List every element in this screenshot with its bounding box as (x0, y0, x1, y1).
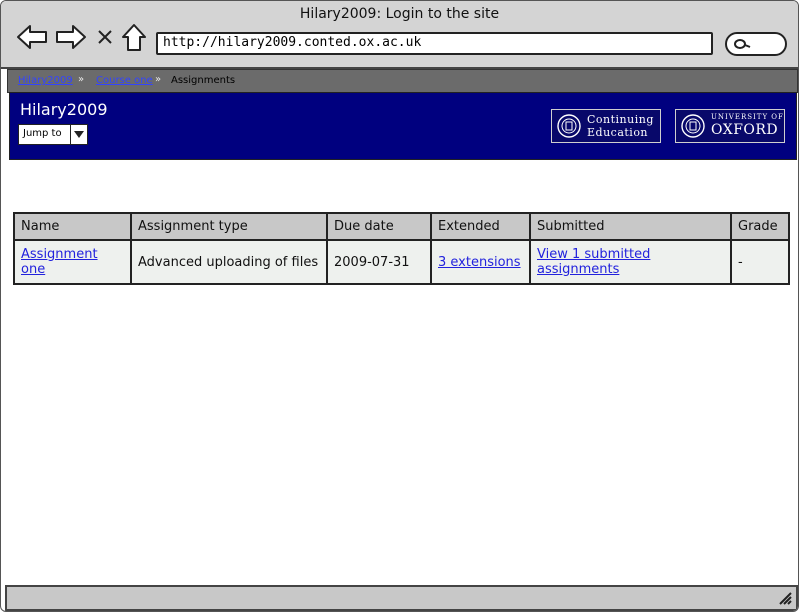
jump-to-label: Jump to (23, 128, 62, 139)
crest-icon (681, 114, 705, 138)
continuing-education-logo: Continuing Education (551, 109, 661, 143)
column-header-extended[interactable]: Extended (430, 212, 531, 241)
cell-submitted: View 1 submitted assignments (529, 240, 732, 285)
jump-to-select[interactable]: Jump to (18, 124, 88, 145)
table-row: Assignment one Advanced uploading of fil… (13, 240, 790, 285)
column-header-assignment-type[interactable]: Assignment type (130, 212, 328, 241)
column-header-name[interactable]: Name (13, 212, 132, 241)
window-title: Hilary2009: Login to the site (299, 6, 500, 22)
assignment-link[interactable]: Assignment one (21, 247, 98, 277)
chevron-down-icon[interactable] (70, 125, 87, 144)
cell-grade: - (730, 240, 790, 285)
address-bar[interactable]: http://hilary2009.conted.ox.ac.uk (156, 32, 713, 55)
forward-icon[interactable] (55, 23, 87, 51)
submitted-link[interactable]: View 1 submitted assignments (537, 247, 650, 277)
column-header-grade[interactable]: Grade (730, 212, 790, 241)
chevron-right-icon: » (155, 74, 162, 85)
url-text: http://hilary2009.conted.ox.ac.uk (163, 35, 422, 50)
back-icon[interactable] (16, 23, 48, 51)
site-header: Hilary2009 Jump to Continuing Education … (9, 92, 797, 160)
column-header-due-date[interactable]: Due date (326, 212, 432, 241)
home-icon[interactable] (120, 23, 148, 53)
cell-extended: 3 extensions (430, 240, 531, 285)
breadcrumb-assignments: Assignments (171, 75, 236, 86)
browser-toolbar: Hilary2009: Login to the site http://hil… (1, 1, 798, 69)
site-title: Hilary2009 (20, 100, 108, 119)
breadcrumb-hilary2009[interactable]: Hilary2009 (18, 75, 73, 86)
cell-due-date: 2009-07-31 (326, 240, 432, 285)
status-bar (5, 585, 798, 611)
university-of-oxford-logo: UNIVERSITY OF OXFORD (675, 109, 785, 143)
crest-icon (557, 114, 581, 138)
resize-grip-icon[interactable] (778, 591, 792, 605)
search-box[interactable] (725, 32, 787, 56)
chevron-right-icon: » (78, 74, 85, 85)
cell-assignment-type: Advanced uploading of files (130, 240, 328, 285)
table-header-row: Name Assignment type Due date Extended S… (13, 212, 790, 241)
cell-name: Assignment one (13, 240, 132, 285)
assignments-table: Name Assignment type Due date Extended S… (13, 212, 790, 285)
search-icon (734, 39, 751, 49)
breadcrumb: Hilary2009 » Course one » Assignments (7, 69, 798, 93)
column-header-submitted[interactable]: Submitted (529, 212, 732, 241)
extensions-link[interactable]: 3 extensions (438, 255, 521, 270)
breadcrumb-course-one[interactable]: Course one (96, 75, 153, 86)
browser-window: Hilary2009: Login to the site http://hil… (0, 0, 799, 612)
close-icon[interactable] (97, 29, 113, 45)
